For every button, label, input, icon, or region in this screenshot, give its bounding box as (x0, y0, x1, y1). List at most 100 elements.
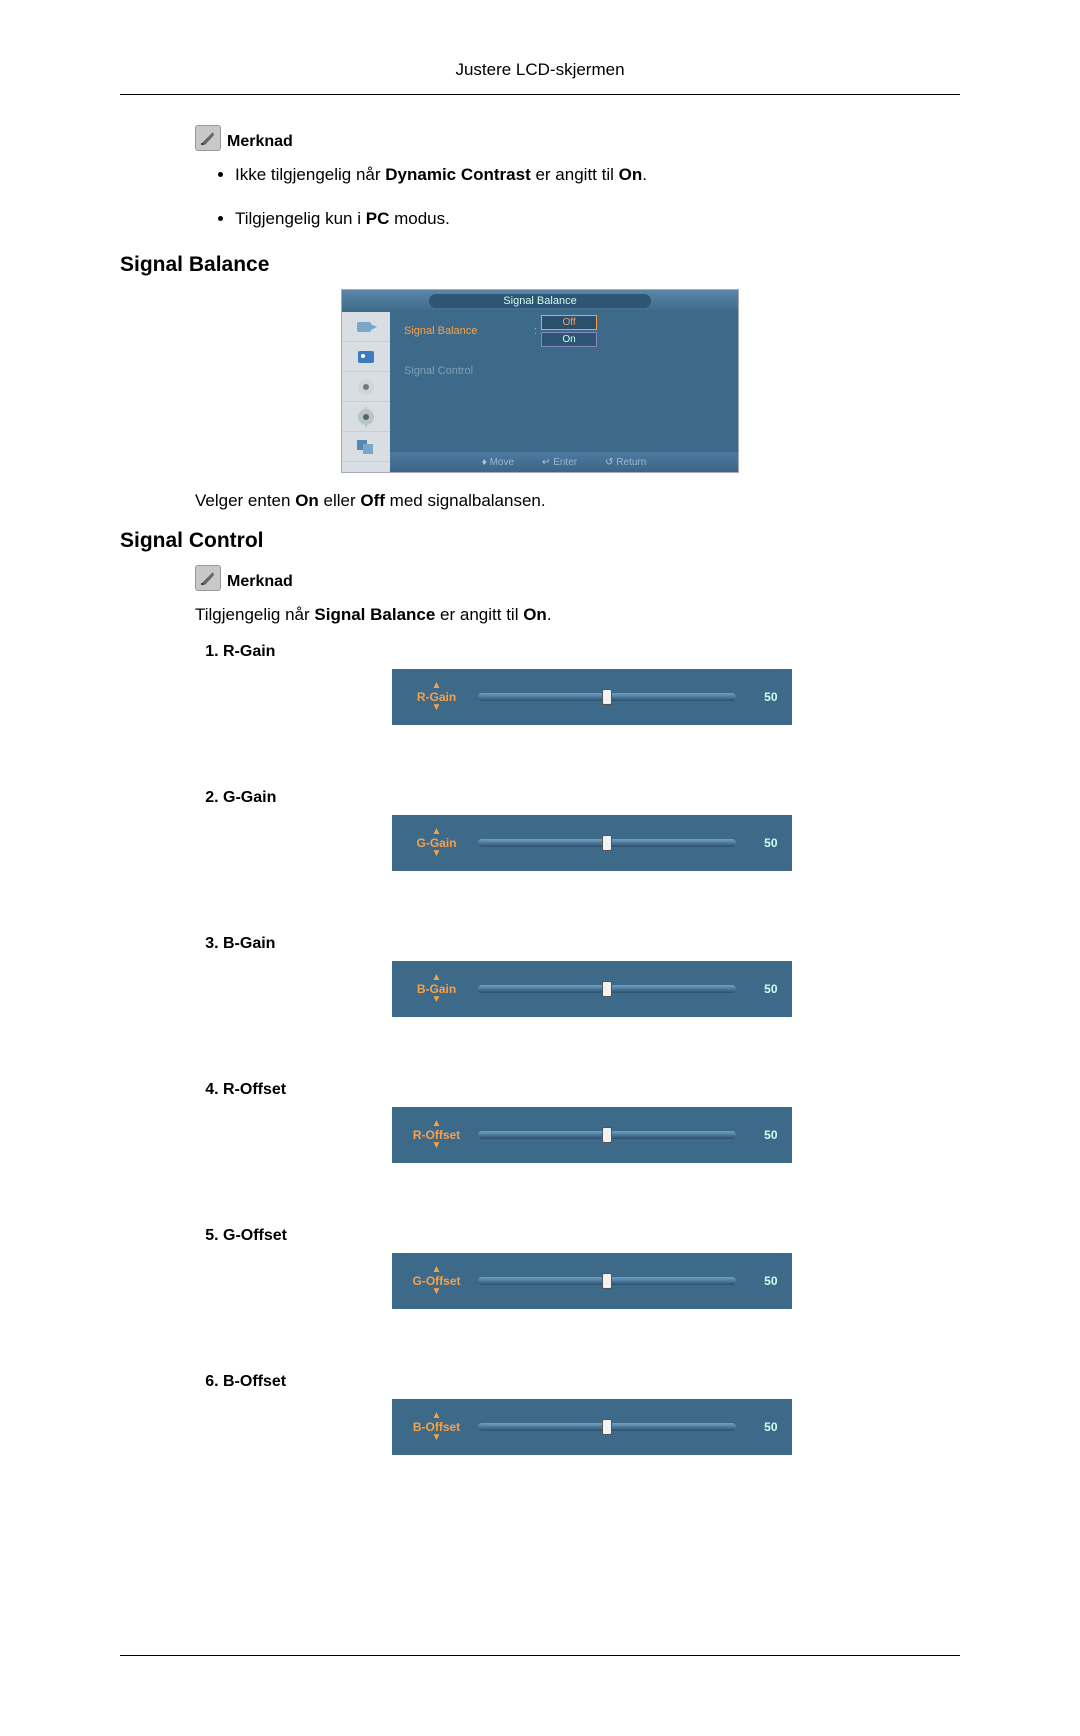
page-title: Justere LCD-skjermen (455, 60, 624, 79)
note-icon (195, 565, 221, 591)
slider-track[interactable] (478, 1131, 736, 1139)
control-name: R-Gain (223, 643, 275, 660)
slider-track[interactable] (478, 839, 736, 847)
slider-thumb[interactable] (602, 835, 612, 851)
text-bold: Signal Balance (314, 605, 435, 624)
control-name: G-Offset (223, 1227, 287, 1244)
osd-tab-multi-icon[interactable] (342, 432, 390, 462)
note-block-1: Merknad Ikke tilgjengelig når Dynamic Co… (195, 125, 960, 229)
control-name: B-Gain (223, 935, 275, 952)
slider-label: ▲ G-Gain ▼ (406, 827, 468, 859)
slider-value: 50 (746, 836, 778, 850)
osd-row-label: Signal Control (404, 365, 534, 377)
slider-value: 50 (746, 1420, 778, 1434)
osd-footer: ♦ Move ↵ Enter ↺ Return (390, 452, 738, 472)
note-block-2: Merknad (195, 565, 960, 591)
note-bullet-2: Tilgjengelig kun i PC modus. (235, 209, 960, 229)
note-icon (195, 125, 221, 151)
slider-panel-b-gain: ▲ B-Gain ▼ 50 (392, 961, 792, 1017)
list-item: G-Offset ▲ G-Offset ▼ 50 (223, 1227, 960, 1309)
text-bold: PC (366, 209, 390, 228)
note-label: Merknad (227, 573, 293, 591)
down-arrow-icon: ▼ (432, 703, 442, 713)
text: Velger enten (195, 491, 295, 510)
signal-balance-desc: Velger enten On eller Off med signalbala… (195, 491, 960, 511)
note-label: Merknad (227, 133, 293, 151)
page-header: Justere LCD-skjermen (120, 60, 960, 90)
slider-label: ▲ R-Offset ▼ (406, 1119, 468, 1151)
list-item: R-Offset ▲ R-Offset ▼ 50 (223, 1081, 960, 1163)
osd-tab-icons (342, 312, 390, 472)
slider-track[interactable] (478, 693, 736, 701)
slider-panel-b-offset: ▲ B-Offset ▼ 50 (392, 1399, 792, 1455)
slider-panel-g-offset: ▲ G-Offset ▼ 50 (392, 1253, 792, 1309)
osd-option-on[interactable]: On (541, 332, 597, 347)
text-bold: Off (360, 491, 385, 510)
note-bullets: Ikke tilgjengelig når Dynamic Contrast e… (195, 165, 960, 229)
slider-value: 50 (746, 982, 778, 996)
control-name: R-Offset (223, 1081, 286, 1098)
osd-tab-sound-icon[interactable] (342, 372, 390, 402)
heading-signal-control: Signal Control (120, 529, 960, 553)
slider-panel-r-offset: ▲ R-Offset ▼ 50 (392, 1107, 792, 1163)
slider-label: ▲ R-Gain ▼ (406, 681, 468, 713)
slider-track[interactable] (478, 1423, 736, 1431)
text: med signalbalansen. (385, 491, 546, 510)
slider-panel-g-gain: ▲ G-Gain ▼ 50 (392, 815, 792, 871)
slider-track[interactable] (478, 985, 736, 993)
slider-value: 50 (746, 1128, 778, 1142)
slider-label: ▲ G-Offset ▼ (406, 1265, 468, 1297)
heading-signal-balance: Signal Balance (120, 253, 960, 277)
note-bullet-1: Ikke tilgjengelig når Dynamic Contrast e… (235, 165, 960, 185)
osd-tab-input-icon[interactable] (342, 312, 390, 342)
slider-value: 50 (746, 690, 778, 704)
text: Ikke tilgjengelig når (235, 165, 385, 184)
osd-footer-enter: ↵ Enter (542, 457, 577, 468)
osd-tab-setup-icon[interactable] (342, 402, 390, 432)
footer-rule (120, 1655, 960, 1656)
control-name: B-Offset (223, 1373, 286, 1390)
osd-option-off[interactable]: Off (541, 315, 597, 330)
text: er angitt til (435, 605, 523, 624)
slider-thumb[interactable] (602, 689, 612, 705)
text-bold: On (295, 491, 319, 510)
text: modus. (389, 209, 449, 228)
header-rule (120, 94, 960, 95)
text: . (642, 165, 647, 184)
slider-panel-r-gain: ▲ R-Gain ▼ 50 (392, 669, 792, 725)
slider-label: ▲ B-Offset ▼ (406, 1411, 468, 1443)
osd-row-label: Signal Balance (404, 325, 534, 337)
osd-footer-move: ♦ Move (482, 457, 514, 468)
down-arrow-icon: ▼ (432, 995, 442, 1005)
signal-control-list: R-Gain ▲ R-Gain ▼ 50 G-Gain ▲ (195, 643, 960, 1455)
text-bold: On (619, 165, 643, 184)
slider-thumb[interactable] (602, 1273, 612, 1289)
slider-thumb[interactable] (602, 1127, 612, 1143)
osd-titlebar: Signal Balance (342, 290, 738, 312)
down-arrow-icon: ▼ (432, 849, 442, 859)
slider-value: 50 (746, 1274, 778, 1288)
slider-thumb[interactable] (602, 1419, 612, 1435)
slider-thumb[interactable] (602, 981, 612, 997)
osd-menu: Signal Balance Signal Balance : Off (341, 289, 739, 473)
slider-track[interactable] (478, 1277, 736, 1285)
text: Tilgjengelig når (195, 605, 314, 624)
osd-row-signal-balance[interactable]: Signal Balance : Off On (390, 320, 738, 342)
list-item: B-Offset ▲ B-Offset ▼ 50 (223, 1373, 960, 1455)
text: Tilgjengelig kun i (235, 209, 366, 228)
control-name: G-Gain (223, 789, 276, 806)
signal-control-desc: Tilgjengelig når Signal Balance er angit… (195, 605, 960, 625)
osd-title: Signal Balance (429, 294, 651, 308)
text-bold: On (523, 605, 547, 624)
down-arrow-icon: ▼ (432, 1287, 442, 1297)
slider-label: ▲ B-Gain ▼ (406, 973, 468, 1005)
osd-row-signal-control[interactable]: Signal Control (390, 360, 738, 382)
text: eller (319, 491, 361, 510)
text: . (547, 605, 552, 624)
osd-footer-return: ↺ Return (605, 457, 646, 468)
osd-tab-picture-icon[interactable] (342, 342, 390, 372)
list-item: G-Gain ▲ G-Gain ▼ 50 (223, 789, 960, 871)
list-item: B-Gain ▲ B-Gain ▼ 50 (223, 935, 960, 1017)
text-bold: Dynamic Contrast (385, 165, 530, 184)
down-arrow-icon: ▼ (432, 1141, 442, 1151)
